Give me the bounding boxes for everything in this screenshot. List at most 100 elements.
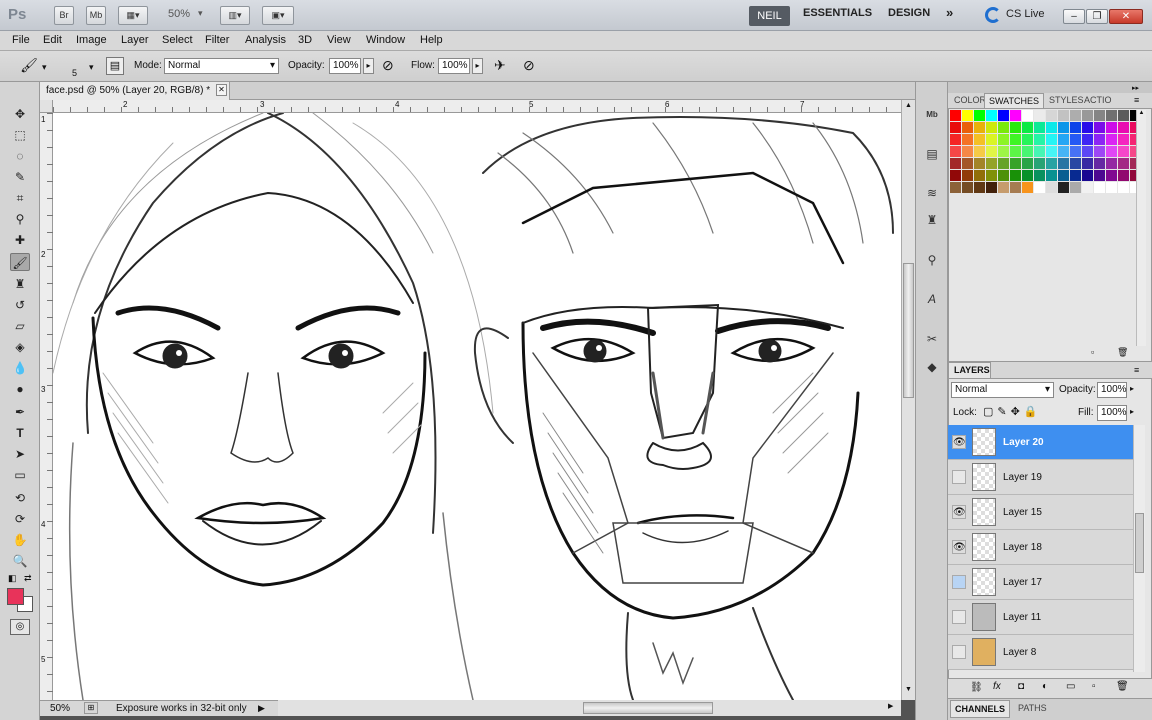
link-layers-icon[interactable]: ⛓ <box>970 682 983 693</box>
foreground-color-swatch[interactable] <box>7 588 24 605</box>
color-swatch[interactable] <box>1106 146 1117 157</box>
color-swatch[interactable] <box>1034 122 1045 133</box>
color-swatch[interactable] <box>1118 158 1129 169</box>
color-swatch[interactable] <box>1058 170 1069 181</box>
quick-mask-icon[interactable]: ◎ <box>10 619 30 635</box>
panel-collapse-icon[interactable]: ▸▸ <box>1132 84 1139 92</box>
color-swatch[interactable] <box>1118 170 1129 181</box>
cs-live-menu[interactable]: CS Live <box>1006 8 1045 20</box>
color-swatch[interactable] <box>1094 170 1105 181</box>
layers-scrollbar[interactable] <box>1133 425 1145 672</box>
color-swatch[interactable] <box>986 122 997 133</box>
color-swatch[interactable] <box>1034 182 1045 193</box>
color-swatch[interactable] <box>950 170 961 181</box>
color-swatch[interactable] <box>986 182 997 193</box>
color-swatch[interactable] <box>1046 182 1057 193</box>
color-swatch[interactable] <box>1106 182 1117 193</box>
color-swatch[interactable] <box>974 122 985 133</box>
3d-rotate-tool-icon[interactable]: ⟲ <box>10 489 30 507</box>
layer-visibility-eye-icon[interactable]: 👁 <box>952 435 966 449</box>
color-swatch[interactable] <box>1046 134 1057 145</box>
quick-selection-tool-icon[interactable]: ✎ <box>10 168 30 186</box>
status-info-icon[interactable]: ⊞ <box>84 702 98 714</box>
color-swatch[interactable] <box>1094 182 1105 193</box>
layer-visibility-eye-icon[interactable] <box>952 610 966 624</box>
close-button[interactable]: ✕ <box>1109 9 1143 24</box>
color-swatch[interactable] <box>1010 158 1021 169</box>
menu-filter[interactable]: Filter <box>205 34 229 46</box>
lock-options-icon[interactable]: ▢✎✥🔒 <box>983 405 1042 418</box>
color-swatch[interactable] <box>1094 158 1105 169</box>
layer-visibility-eye-icon[interactable] <box>952 645 966 659</box>
workspace-design[interactable]: DESIGN <box>888 7 930 19</box>
tab-actions[interactable]: ACTIO <box>1080 93 1116 108</box>
color-swatch[interactable] <box>1106 170 1117 181</box>
swatch-grid[interactable] <box>950 110 1141 196</box>
color-swatch[interactable] <box>1118 110 1129 121</box>
mini-bridge-button[interactable]: Mb <box>86 6 106 25</box>
color-swatch[interactable] <box>962 182 973 193</box>
character-panel-icon[interactable]: A <box>922 290 942 308</box>
path-selection-tool-icon[interactable]: ➤ <box>10 445 30 463</box>
minimize-button[interactable]: – <box>1063 9 1085 24</box>
eraser-tool-icon[interactable]: ▱ <box>10 317 30 335</box>
layer-opacity-field[interactable]: 100% <box>1097 382 1127 398</box>
tablet-pressure-size-icon[interactable]: ⊘ <box>523 57 535 74</box>
airbrush-icon[interactable]: ✈ <box>494 57 506 74</box>
layer-style-icon[interactable]: fx <box>993 681 1001 692</box>
zoom-tool-icon[interactable]: 🔍 <box>10 552 30 570</box>
brush-size[interactable]: 5 <box>72 68 77 78</box>
restore-button[interactable]: ❐ <box>1086 9 1108 24</box>
move-tool-icon[interactable]: ✥ <box>10 105 30 123</box>
vertical-scrollbar[interactable]: ▲ ▼ <box>901 100 915 700</box>
color-swatch[interactable] <box>1094 110 1105 121</box>
color-swatch[interactable] <box>998 134 1009 145</box>
marquee-tool-icon[interactable]: ⬚ <box>10 126 30 144</box>
color-swatch[interactable] <box>962 158 973 169</box>
history-panel-icon[interactable]: ▤ <box>922 145 942 163</box>
color-swatch[interactable] <box>1118 146 1129 157</box>
color-swatch[interactable] <box>1070 146 1081 157</box>
shape-tool-icon[interactable]: ▭ <box>10 466 30 484</box>
fill-slider-icon[interactable]: ▸ <box>1130 407 1134 416</box>
color-swatch[interactable] <box>1058 146 1069 157</box>
color-swatch[interactable] <box>1034 110 1045 121</box>
layer-visibility-eye-icon[interactable] <box>952 470 966 484</box>
color-swatch[interactable] <box>950 134 961 145</box>
color-swatch[interactable] <box>1082 182 1093 193</box>
brush-size-dropdown-icon[interactable]: ▾ <box>89 62 94 73</box>
brush-preset-icon[interactable]: 🖌 <box>18 57 40 77</box>
color-swatch[interactable] <box>986 134 997 145</box>
color-swatch[interactable] <box>1046 122 1057 133</box>
color-swatch[interactable] <box>1058 158 1069 169</box>
color-swatch[interactable] <box>1082 146 1093 157</box>
hand-tool-icon[interactable]: ✋ <box>10 531 30 549</box>
color-swatch[interactable] <box>1022 182 1033 193</box>
brush-panel-toggle-icon[interactable]: ▤ <box>106 57 124 75</box>
color-swatch[interactable] <box>1058 182 1069 193</box>
layer-opacity-slider-icon[interactable]: ▸ <box>1130 384 1134 393</box>
pen-tool-icon[interactable]: ✒ <box>10 403 30 421</box>
opacity-slider-icon[interactable]: ▸ <box>363 58 374 74</box>
layer-visibility-eye-icon[interactable]: 👁 <box>952 505 966 519</box>
panel-menu-icon[interactable]: ≡ <box>1134 95 1139 105</box>
blend-mode-select[interactable]: Normal ▾ <box>951 382 1054 398</box>
color-swatch[interactable] <box>1010 122 1021 133</box>
crop-tool-icon[interactable]: ⌗ <box>10 189 30 207</box>
swatches-scrollbar[interactable]: ▲ <box>1136 110 1146 346</box>
screen-mode-button[interactable]: ▣▾ <box>262 6 294 25</box>
menu-view[interactable]: View <box>327 34 351 46</box>
color-swatch[interactable] <box>1106 122 1117 133</box>
color-swatch[interactable] <box>998 182 1009 193</box>
color-swatch[interactable] <box>950 182 961 193</box>
scroll-down-icon[interactable]: ▼ <box>903 686 914 696</box>
color-swatch[interactable] <box>998 122 1009 133</box>
zoom-level[interactable]: 50% <box>168 8 190 20</box>
workspace-essentials[interactable]: ESSENTIALS <box>803 7 872 19</box>
color-swatch[interactable] <box>1022 158 1033 169</box>
bridge-button[interactable]: Br <box>54 6 74 25</box>
color-swatch[interactable] <box>1082 170 1093 181</box>
tab-swatches[interactable]: SWATCHES <box>984 93 1045 108</box>
color-swatch[interactable] <box>1118 134 1129 145</box>
tool-presets-panel-icon[interactable]: ⚲ <box>922 251 942 269</box>
